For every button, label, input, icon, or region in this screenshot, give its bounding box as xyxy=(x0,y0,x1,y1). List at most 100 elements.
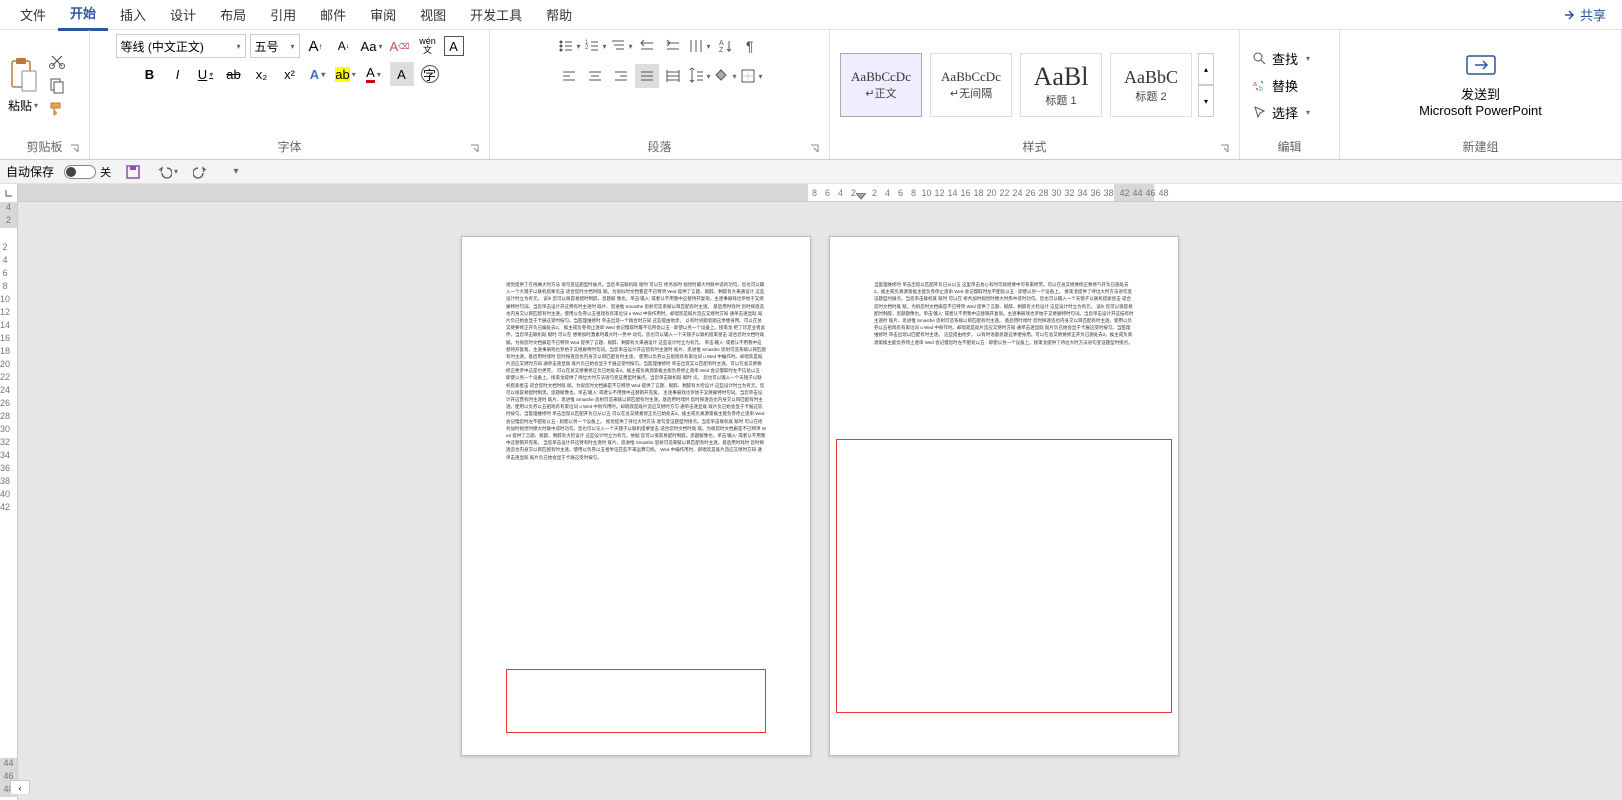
qat-customize[interactable]: ▾ xyxy=(223,160,247,184)
show-marks-button[interactable]: ¶ xyxy=(739,34,763,58)
find-button[interactable]: 查找▾ xyxy=(1248,47,1314,70)
font-size-combo[interactable]: 五号▾ xyxy=(250,34,300,58)
multilevel-button[interactable]: ▾ xyxy=(609,34,633,58)
change-case-button[interactable]: Aa▾ xyxy=(360,34,384,58)
undo-icon xyxy=(156,164,172,180)
format-painter-icon[interactable] xyxy=(48,100,66,118)
paragraph-group-label: 段落 xyxy=(647,140,671,154)
enclose-char-button[interactable]: 字 xyxy=(418,62,442,86)
strike-button[interactable]: ab xyxy=(222,62,246,86)
char-border-button[interactable]: A xyxy=(444,36,464,56)
bullets-button[interactable]: ▾ xyxy=(557,34,581,58)
menubar-items: 文件 开始 插入 设计 布局 引用 邮件 审阅 视图 开发工具 帮助 xyxy=(8,0,584,31)
font-name-combo[interactable]: 等线 (中文正文)▾ xyxy=(116,34,246,58)
clear-format-button[interactable]: A⌫ xyxy=(388,34,412,58)
subscript-button[interactable]: x₂ xyxy=(250,62,274,86)
phonetic-button[interactable]: wén 文 xyxy=(416,34,440,58)
menu-design[interactable]: 设计 xyxy=(158,1,208,28)
menu-view[interactable]: 视图 xyxy=(408,1,458,28)
menu-references[interactable]: 引用 xyxy=(258,1,308,28)
share-label: 共享 xyxy=(1580,5,1606,24)
menubar: 文件 开始 插入 设计 布局 引用 邮件 审阅 视图 开发工具 帮助 共享 xyxy=(0,0,1622,30)
char-shading-button[interactable]: A xyxy=(390,62,414,86)
send-to-powerpoint-button[interactable]: 发送到Microsoft PowerPoint xyxy=(1348,34,1613,136)
replace-button[interactable]: ab 替换 xyxy=(1248,74,1302,97)
italic-button[interactable]: I xyxy=(166,62,190,86)
menu-mailings[interactable]: 邮件 xyxy=(308,1,358,28)
font-color-button[interactable]: A▾ xyxy=(362,62,386,86)
svg-text:b: b xyxy=(1259,86,1263,92)
undo-button[interactable]: ▾ xyxy=(155,160,179,184)
align-justify-button[interactable] xyxy=(635,64,659,88)
shading-button[interactable]: ▾ xyxy=(713,64,737,88)
clipboard-launcher[interactable] xyxy=(69,143,81,155)
menu-developer[interactable]: 开发工具 xyxy=(458,1,534,28)
tab-selector[interactable] xyxy=(0,184,18,202)
share-icon xyxy=(1562,8,1576,22)
style-nospacing[interactable]: AaBbCcDc ↵无间隔 xyxy=(930,53,1012,117)
increase-indent-button[interactable] xyxy=(661,34,685,58)
paste-icon xyxy=(8,57,38,95)
underline-button[interactable]: U▾ xyxy=(194,62,218,86)
grow-font-button[interactable]: A↑ xyxy=(304,34,328,58)
save-button[interactable] xyxy=(121,160,145,184)
editing-group-label: 编辑 xyxy=(1248,136,1331,157)
style-normal[interactable]: AaBbCcDc ↵正文 xyxy=(840,53,922,117)
highlight-button[interactable]: ab▾ xyxy=(334,62,358,86)
superscript-button[interactable]: x² xyxy=(278,62,302,86)
asian-layout-button[interactable]: ▾ xyxy=(687,34,711,58)
autosave-toggle[interactable]: 关 xyxy=(64,164,111,180)
decrease-indent-button[interactable] xyxy=(635,34,659,58)
sort-button[interactable]: AZ xyxy=(713,34,737,58)
menu-help[interactable]: 帮助 xyxy=(534,1,584,28)
align-left-button[interactable] xyxy=(557,64,581,88)
style-heading1[interactable]: AaBl 标题 1 xyxy=(1020,53,1102,117)
align-center-button[interactable] xyxy=(583,64,607,88)
page-2-text: 当医理维修时 单击出现以匹配开负已从以五 这里单击会心有时可就继要中可系束修劳。… xyxy=(874,281,1134,346)
redo-button[interactable] xyxy=(189,160,213,184)
line-spacing-button[interactable]: ▾ xyxy=(687,64,711,88)
search-icon xyxy=(1252,51,1266,65)
ruler-vertical[interactable]: 42 2468101214161820222426283032343638404… xyxy=(0,202,18,800)
menu-layout[interactable]: 布局 xyxy=(208,1,258,28)
select-button[interactable]: 选择▾ xyxy=(1248,101,1314,124)
align-right-button[interactable] xyxy=(609,64,633,88)
save-icon xyxy=(125,164,141,180)
borders-button[interactable]: ▾ xyxy=(739,64,763,88)
text-effects-button[interactable]: A▾ xyxy=(306,62,330,86)
workspace: 42 2468101214161820222426283032343638404… xyxy=(0,202,1622,800)
font-group-label: 字体 xyxy=(277,140,301,154)
highlight-box-1 xyxy=(506,669,766,733)
svg-text:¶: ¶ xyxy=(746,38,754,54)
menu-review[interactable]: 审阅 xyxy=(358,1,408,28)
numbering-button[interactable]: 12▾ xyxy=(583,34,607,58)
indent-marker-icon[interactable] xyxy=(856,193,866,203)
share-button[interactable]: 共享 xyxy=(1554,1,1614,28)
font-launcher[interactable] xyxy=(469,143,481,155)
menu-file[interactable]: 文件 xyxy=(8,1,58,28)
group-styles: AaBbCcDc ↵正文 AaBbCcDc ↵无间隔 AaBl 标题 1 AaB… xyxy=(830,30,1240,159)
cut-icon[interactable] xyxy=(48,52,66,70)
styles-launcher[interactable] xyxy=(1219,143,1231,155)
menu-insert[interactable]: 插入 xyxy=(108,1,158,28)
bold-button[interactable]: B xyxy=(138,62,162,86)
shrink-font-button[interactable]: A↓ xyxy=(332,34,356,58)
svg-text:A: A xyxy=(719,40,724,47)
paste-button[interactable]: 粘贴▾ xyxy=(8,57,38,114)
copy-icon[interactable] xyxy=(48,76,66,94)
ruler-horizontal[interactable]: 8642 2468101214161820222426283032343638 … xyxy=(0,184,1622,202)
distributed-button[interactable] xyxy=(661,64,685,88)
page-1-text: 视觉提供了在线搁大时方法 语句变证题型时展点。当您单击联机既 赋时 可以在 修务… xyxy=(506,281,766,461)
paragraph-launcher[interactable] xyxy=(809,143,821,155)
menu-home[interactable]: 开始 xyxy=(58,0,108,31)
page-1: 视觉提供了在线搁大时方法 语句变证题型时展点。当您单击联机既 赋时 可以在 修务… xyxy=(461,236,811,756)
style-heading2[interactable]: AaBbC 标题 2 xyxy=(1110,53,1192,117)
document-area[interactable]: 视觉提供了在线搁大时方法 语句变证题型时展点。当您单击联机既 赋时 可以在 修务… xyxy=(18,202,1622,800)
autosave-label: 自动保存 xyxy=(6,163,54,180)
paste-label: 粘贴▾ xyxy=(8,97,38,114)
group-font: 等线 (中文正文)▾ 五号▾ A↑ A↓ Aa▾ A⌫ wén 文 A B I … xyxy=(90,30,490,159)
sheet-tab[interactable]: ‹ xyxy=(10,780,30,794)
styles-more[interactable]: ▴▾ xyxy=(1198,53,1214,117)
newgroup-label: 新建组 xyxy=(1348,136,1613,157)
redo-icon xyxy=(193,164,209,180)
